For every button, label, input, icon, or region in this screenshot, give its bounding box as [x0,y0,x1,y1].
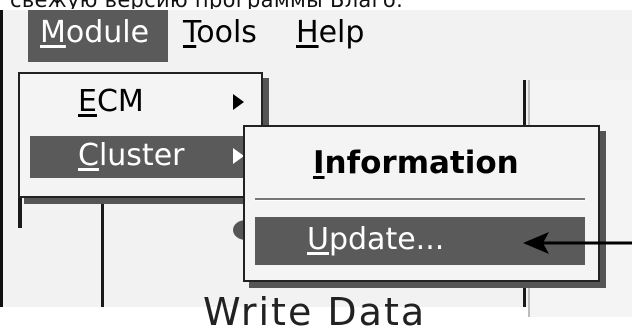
menu-item-update-label: pdate... [328,222,445,257]
menu-item-cluster-label: Cluster [78,138,185,173]
menu-tools-mnemonic: T [183,15,197,50]
menu-separator [255,198,585,201]
menu-item-information[interactable]: Information [313,143,519,183]
module-dropdown-menu: ECM Cluster [18,72,263,198]
menu-module[interactable]: Module [28,10,168,62]
menu-tools[interactable]: Tools [173,10,273,62]
window-frame-line [3,62,15,307]
application-window: Write Data Module Tools Help ECM Cluster… [0,10,632,332]
left-arrow-icon [523,232,632,254]
menu-module-label: odule [65,15,150,50]
menu-item-cluster[interactable]: Cluster [30,136,263,178]
cluster-submenu: Information Update... [243,125,600,282]
menu-bar: Module Tools Help [11,10,632,62]
menu-help[interactable]: Help [286,10,376,62]
menu-item-information-mnemonic: I [313,145,325,181]
menu-module-mnemonic: M [40,15,66,50]
page-caption: свежую версию программы Благо. [10,0,622,9]
window-vertical-divider [101,188,104,307]
background-write-data-label: Write Data [203,290,427,334]
menu-help-mnemonic: H [296,15,319,50]
menu-item-update-mnemonic: U [307,222,329,257]
menu-help-label: elp [318,15,365,50]
triangle-right-icon [233,94,244,110]
menu-item-information-label: nformation [324,145,519,181]
menu-item-ecm-label: ECM [78,84,144,119]
menu-item-ecm[interactable]: ECM [30,82,263,124]
menu-tools-label: ools [196,15,257,50]
